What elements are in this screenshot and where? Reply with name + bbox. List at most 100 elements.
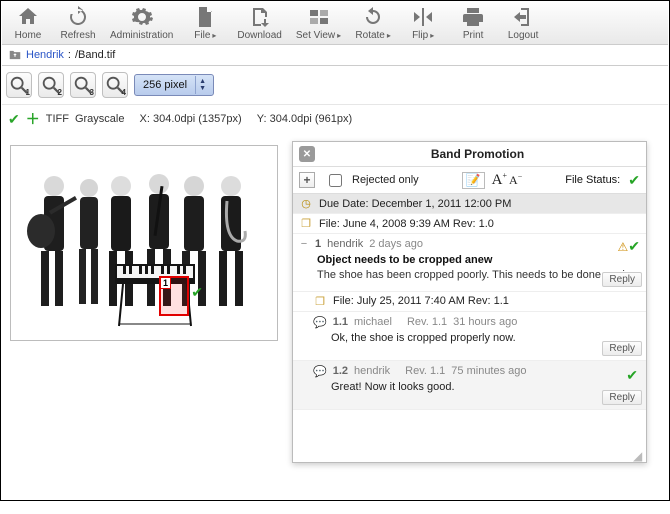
- panel-title: Band Promotion: [315, 147, 640, 161]
- path-sep: :: [68, 49, 71, 61]
- meta-color: Grayscale: [75, 113, 125, 125]
- comment-body: The shoe has been cropped poorly. This n…: [317, 268, 640, 283]
- reply-button[interactable]: Reply: [602, 341, 642, 356]
- plus-icon[interactable]: ＋: [26, 109, 40, 129]
- setview-menu-button[interactable]: Set View▸: [294, 4, 343, 42]
- close-panel-button[interactable]: ✕: [299, 146, 315, 162]
- reply-rev: Rev. 1.1: [407, 316, 447, 328]
- panel-options: + Rejected only 📝 A+ A− File Status: ✔: [293, 167, 646, 194]
- due-date-text: Due Date: December 1, 2011 12:00 PM: [319, 198, 511, 210]
- meta-x: X: 304.0dpi (1357px): [140, 113, 242, 125]
- speech-bubble-icon: 💬: [313, 316, 327, 329]
- rejected-only-label: Rejected only: [352, 174, 419, 186]
- page-icon: ❐: [299, 217, 313, 230]
- annotation-marker-1[interactable]: 1 ✔: [159, 276, 189, 316]
- flip-menu-button[interactable]: Flip▸: [403, 4, 443, 42]
- reply-button[interactable]: Reply: [602, 390, 642, 405]
- zoom-preset-4[interactable]: 4: [102, 72, 128, 98]
- download-icon: [248, 5, 272, 29]
- zoom-preset-3[interactable]: 3: [70, 72, 96, 98]
- check-icon: ✔: [628, 238, 640, 254]
- administration-label: Administration: [110, 30, 173, 41]
- comment-title: Object needs to be cropped anew: [317, 254, 640, 266]
- reply-user: hendrik: [354, 365, 390, 377]
- download-label: Download: [237, 30, 281, 41]
- reply-button[interactable]: Reply: [602, 272, 642, 287]
- zoom-row: 1 2 3 4 256 pixel ▲▼: [2, 66, 668, 105]
- refresh-button[interactable]: Refresh: [58, 4, 98, 42]
- reply-number: 1.2: [333, 365, 348, 377]
- setview-label: Set View: [296, 30, 335, 41]
- zoom-preset-4-label: 4: [122, 88, 126, 97]
- home-label: Home: [15, 30, 42, 41]
- home-button[interactable]: Home: [8, 4, 48, 42]
- rotate-menu-button[interactable]: Rotate▸: [353, 4, 393, 42]
- zoom-preset-1[interactable]: 1: [6, 72, 32, 98]
- resize-handle[interactable]: ◢: [633, 449, 645, 461]
- download-button[interactable]: Download: [235, 4, 283, 42]
- warning-icon: ⚠: [618, 240, 629, 254]
- comment-reply-1: 💬 1.1 michael Rev. 1.1 31 hours ago Ok, …: [293, 312, 646, 361]
- file-rev-row-1: ❐ File: June 4, 2008 9:39 AM Rev: 1.0: [293, 214, 646, 234]
- due-date-row: ◷ Due Date: December 1, 2011 12:00 PM: [293, 194, 646, 214]
- setview-icon: [307, 5, 331, 29]
- band-photo: [19, 156, 269, 331]
- panel-header: ✕ Band Promotion: [293, 142, 646, 167]
- rotate-icon: [361, 5, 385, 29]
- path-file: /Band.tif: [75, 49, 115, 61]
- print-label: Print: [463, 30, 484, 41]
- meta-y: Y: 304.0dpi (961px): [257, 113, 352, 125]
- check-icon: ✔: [191, 284, 203, 301]
- comment-number: 1: [315, 238, 321, 250]
- file-status-label: File Status:: [565, 174, 620, 186]
- caret-icon: ▸: [430, 31, 434, 40]
- comment-reply-2: 💬 1.2 hendrik Rev. 1.1 75 minutes ago ✔ …: [293, 361, 646, 410]
- reply-time: 31 hours ago: [453, 316, 517, 328]
- file-status-check-icon: ✔: [628, 172, 640, 189]
- logout-label: Logout: [508, 30, 539, 41]
- rejected-only-checkbox[interactable]: [329, 174, 342, 187]
- caret-icon: ▸: [212, 31, 216, 40]
- status-icons: ⚠✔: [618, 238, 641, 255]
- add-comment-button[interactable]: +: [299, 172, 315, 188]
- folder-up-icon[interactable]: [8, 48, 22, 62]
- administration-button[interactable]: Administration: [108, 4, 175, 42]
- refresh-icon: [66, 5, 90, 29]
- path-user[interactable]: Hendrik: [26, 49, 64, 61]
- font-smaller-button[interactable]: A−: [509, 172, 522, 188]
- edit-text-button[interactable]: 📝: [462, 172, 485, 189]
- annotation-marker-number: 1: [160, 277, 171, 289]
- print-icon: [461, 5, 485, 29]
- comment-user: hendrik: [327, 238, 363, 250]
- caret-icon: ▸: [387, 31, 391, 40]
- flip-label: Flip: [412, 30, 428, 41]
- collapse-toggle[interactable]: −: [299, 238, 309, 250]
- font-bigger-button[interactable]: A+: [492, 171, 507, 189]
- speech-bubble-icon: 💬: [313, 365, 327, 378]
- check-icon: ✔: [8, 111, 20, 128]
- file-rev-row-2: ❐ File: July 25, 2011 7:40 AM Rev: 1.1: [293, 292, 646, 312]
- zoom-preset-3-label: 3: [90, 88, 94, 97]
- comment-time: 2 days ago: [369, 238, 423, 250]
- file-rev-1-text: File: June 4, 2008 9:39 AM Rev: 1.0: [319, 218, 494, 230]
- gear-icon: [130, 5, 154, 29]
- file-rev-2-text: File: July 25, 2011 7:40 AM Rev: 1.1: [333, 295, 509, 307]
- logout-icon: [511, 5, 535, 29]
- file-menu-button[interactable]: File▸: [185, 4, 225, 42]
- panel-body: ◷ Due Date: December 1, 2011 12:00 PM ❐ …: [293, 194, 646, 462]
- clock-icon: ◷: [299, 197, 313, 210]
- reply-time: 75 minutes ago: [451, 365, 526, 377]
- comments-panel: ✕ Band Promotion + Rejected only 📝 A+ A−…: [292, 141, 647, 463]
- stepper-icon: ▲▼: [195, 76, 209, 94]
- zoom-preset-2[interactable]: 2: [38, 72, 64, 98]
- path-bar: Hendrik: /Band.tif: [2, 45, 668, 66]
- reply-number: 1.1: [333, 316, 348, 328]
- reply-msg: Ok, the shoe is cropped properly now.: [331, 332, 640, 344]
- zoom-select-value: 256 pixel: [143, 79, 187, 91]
- print-button[interactable]: Print: [453, 4, 493, 42]
- comment-entry-1: − 1 hendrik 2 days ago ⚠✔ Object needs t…: [293, 234, 646, 292]
- image-preview[interactable]: 1 ✔: [10, 145, 278, 341]
- zoom-select[interactable]: 256 pixel ▲▼: [134, 74, 214, 96]
- logout-button[interactable]: Logout: [503, 4, 543, 42]
- zoom-preset-1-label: 1: [26, 88, 30, 97]
